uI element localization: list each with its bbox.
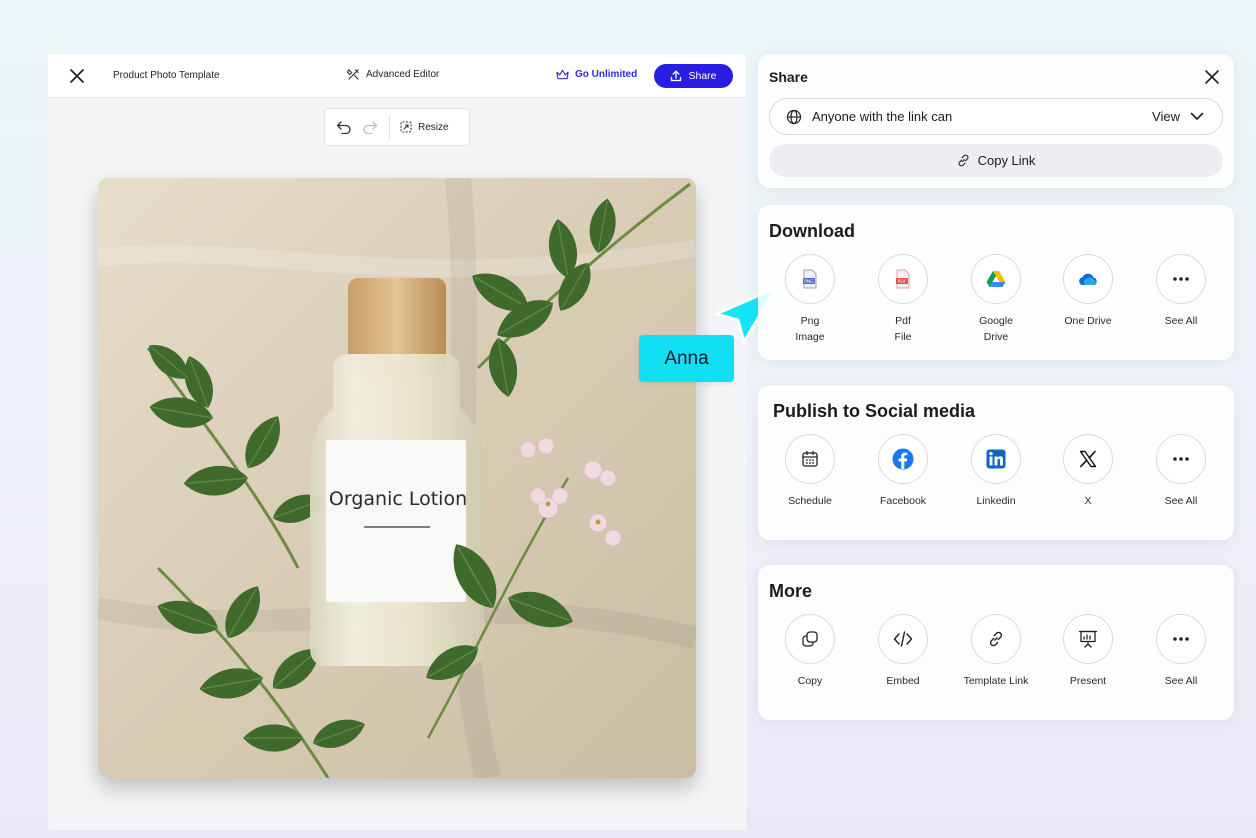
x-button[interactable]: X: [1043, 434, 1133, 509]
linkedin-button[interactable]: Linkedin: [951, 434, 1041, 509]
copy-link-button[interactable]: Copy Link: [769, 144, 1223, 177]
pdf-file-icon: PDF: [896, 269, 910, 289]
download-panel: Download PNG Png Image PDF Pdf File Goog…: [758, 205, 1234, 360]
toolbar-divider: [389, 115, 390, 139]
link-access-text: Anyone with the link can: [812, 109, 953, 124]
social-item-label: Schedule: [788, 495, 832, 507]
more-panel: More Copy Embed Template Link Present Se…: [758, 565, 1234, 720]
download-pdf-button[interactable]: PDF Pdf File: [858, 254, 948, 345]
social-panel-title: Publish to Social media: [773, 401, 976, 421]
advanced-editor-label: Advanced Editor: [366, 69, 440, 80]
link-access-dropdown[interactable]: Anyone with the link can View: [769, 98, 1223, 135]
document-title: Product Photo Template: [113, 70, 220, 81]
share-panel: Share Anyone with the link can View Copy…: [758, 54, 1234, 188]
more-dots-icon: [1173, 277, 1189, 281]
download-see-all-button[interactable]: See All: [1136, 254, 1226, 329]
social-item-label: Facebook: [879, 495, 927, 507]
resize-button[interactable]: Resize: [400, 121, 449, 133]
social-item-label: Linkedin: [976, 495, 1016, 507]
go-unlimited-button[interactable]: Go Unlimited: [556, 69, 637, 80]
copy-link-label: Copy Link: [977, 153, 1036, 168]
editor-window: Product Photo Template Advanced Editor G…: [48, 54, 746, 830]
social-publish-panel: Publish to Social media Schedule Faceboo…: [758, 385, 1234, 540]
tools-icon: [347, 68, 359, 80]
chevron-down-icon: [1190, 112, 1204, 120]
advanced-editor-button[interactable]: Advanced Editor: [347, 68, 439, 81]
product-photo-image: [98, 178, 696, 778]
resize-icon: [400, 121, 412, 133]
permission-select[interactable]: View: [1152, 109, 1204, 124]
more-item-label: Embed: [886, 675, 920, 687]
download-item-label: One Drive: [1064, 315, 1112, 327]
permission-value: View: [1152, 109, 1180, 124]
copy-icon: [802, 631, 818, 647]
globe-icon: [786, 109, 802, 124]
upload-icon: [671, 70, 682, 82]
download-panel-title: Download: [769, 221, 855, 241]
more-dots-icon: [1173, 637, 1189, 641]
copy-button[interactable]: Copy: [765, 614, 855, 689]
presentation-icon: [1078, 630, 1098, 648]
more-item-label: Present: [1069, 675, 1107, 687]
code-icon: [893, 631, 913, 647]
download-item-label: Google Drive: [979, 315, 1013, 343]
social-see-all-button[interactable]: See All: [1136, 434, 1226, 509]
download-item-label: See All: [1164, 315, 1198, 327]
canvas-toolbar: Resize: [324, 108, 470, 146]
schedule-button[interactable]: Schedule: [765, 434, 855, 509]
linkedin-icon: [986, 449, 1006, 469]
facebook-icon: [892, 448, 914, 470]
more-see-all-button[interactable]: See All: [1136, 614, 1226, 689]
more-panel-title: More: [769, 581, 813, 601]
link-icon: [958, 154, 969, 167]
redo-button[interactable]: [361, 118, 379, 136]
close-icon[interactable]: [68, 67, 86, 85]
onedrive-icon: [1079, 273, 1097, 285]
x-icon: [1079, 450, 1097, 468]
close-icon[interactable]: [1204, 69, 1220, 85]
download-onedrive-button[interactable]: One Drive: [1043, 254, 1133, 329]
product-label-text: Organic Lotion: [328, 488, 468, 510]
calendar-icon: [802, 450, 818, 467]
png-file-icon: PNG: [803, 269, 817, 289]
download-item-label: Png Image: [795, 315, 825, 343]
more-item-label: Template Link: [963, 675, 1029, 687]
more-item-label: See All: [1164, 675, 1198, 687]
crown-icon: [556, 69, 569, 80]
download-google-drive-button[interactable]: Google Drive: [951, 254, 1041, 345]
link-icon: [989, 631, 1003, 647]
present-button[interactable]: Present: [1043, 614, 1133, 689]
more-dots-icon: [1173, 457, 1189, 461]
redo-icon: [363, 121, 378, 134]
undo-icon: [336, 121, 351, 134]
download-item-label: Pdf File: [894, 315, 912, 343]
more-item-label: Copy: [797, 675, 823, 687]
facebook-button[interactable]: Facebook: [858, 434, 948, 509]
editor-top-bar: Product Photo Template Advanced Editor G…: [48, 54, 746, 98]
svg-text:PDF: PDF: [898, 279, 907, 285]
go-unlimited-label: Go Unlimited: [575, 69, 638, 80]
resize-label: Resize: [418, 121, 449, 133]
google-drive-icon: [986, 271, 1006, 287]
embed-button[interactable]: Embed: [858, 614, 948, 689]
share-button[interactable]: Share: [654, 64, 733, 88]
undo-button[interactable]: [335, 118, 353, 136]
share-button-label: Share: [688, 70, 717, 82]
download-png-button[interactable]: PNG Png Image: [765, 254, 855, 345]
template-link-button[interactable]: Template Link: [951, 614, 1041, 689]
share-panel-title: Share: [769, 69, 808, 85]
social-item-label: X: [1084, 495, 1092, 507]
collaborator-name-tag: Anna: [639, 335, 734, 382]
social-item-label: See All: [1164, 495, 1198, 507]
product-photo-canvas[interactable]: Organic Lotion: [98, 178, 696, 778]
svg-text:PNG: PNG: [804, 279, 814, 285]
